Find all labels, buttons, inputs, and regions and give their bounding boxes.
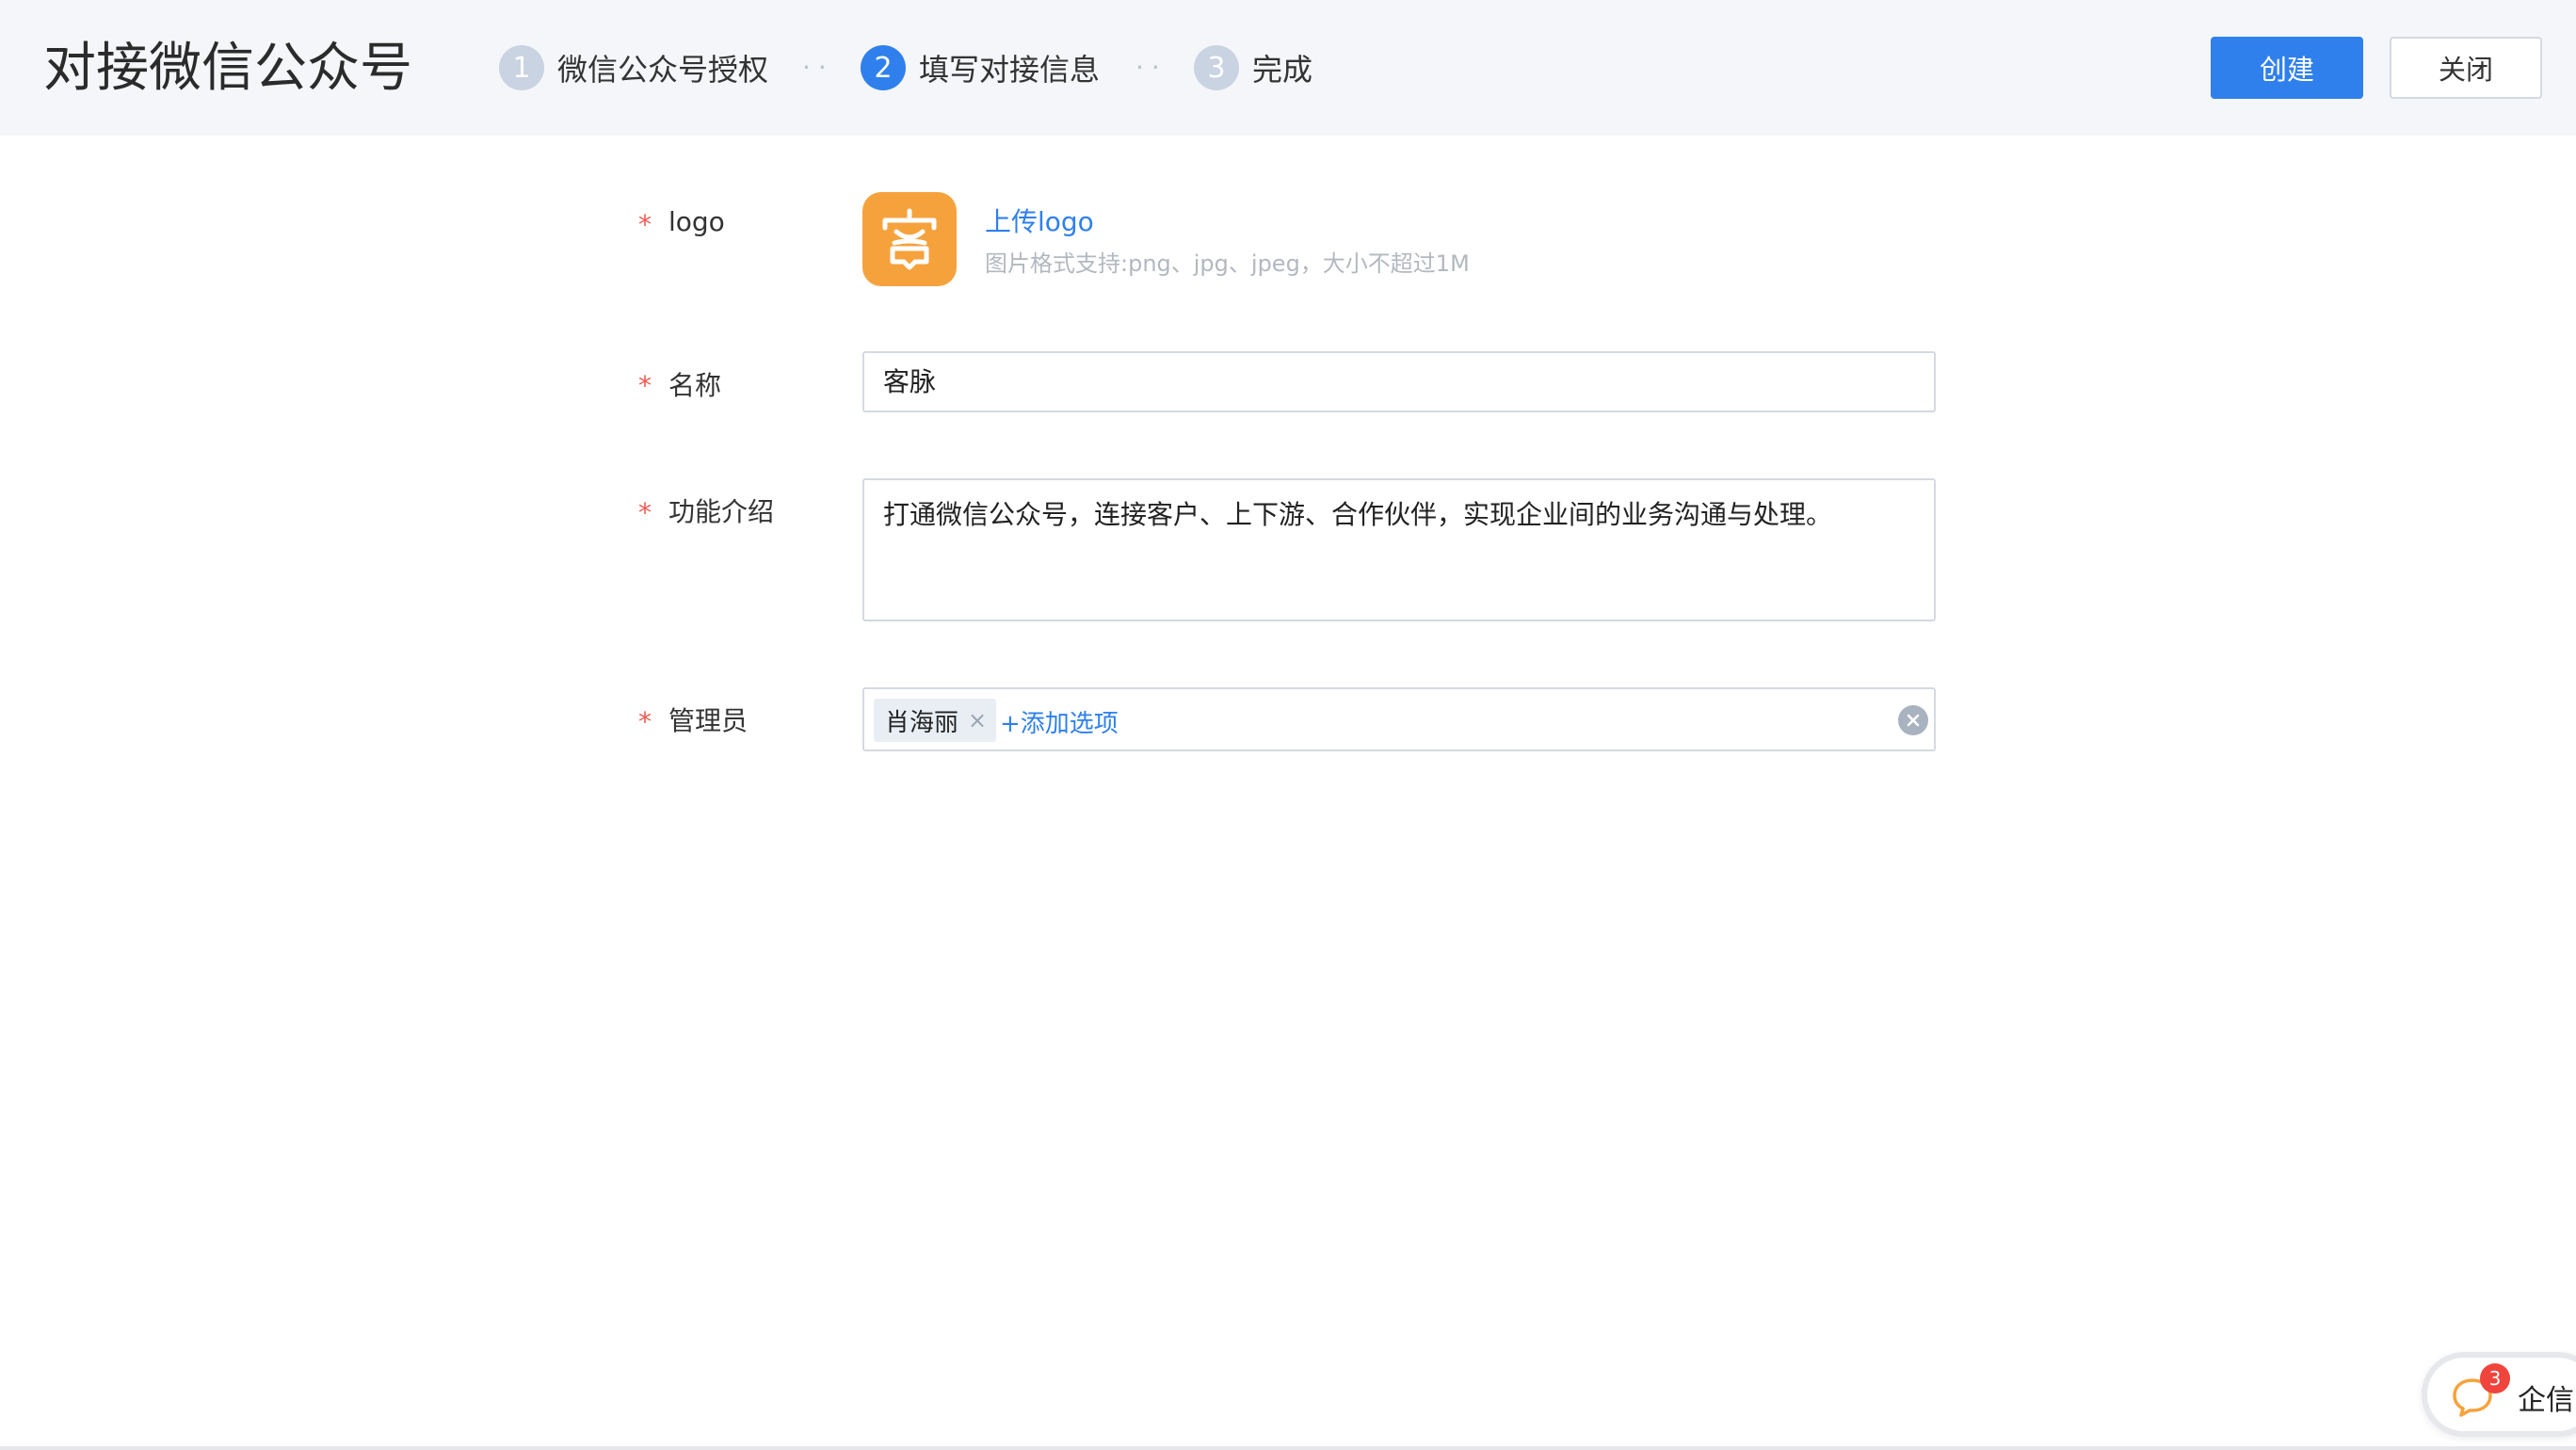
step-3-number: 3 (1194, 45, 1239, 90)
create-button[interactable]: 创建 (2211, 37, 2363, 99)
required-mark: * (638, 370, 652, 401)
keimai-logo-icon[interactable] (862, 192, 957, 286)
admins-select[interactable]: 肖海丽 × +添加选项 (862, 687, 1936, 751)
step-1: 1 微信公众号授权 (499, 44, 768, 91)
bottom-divider (0, 1446, 2576, 1450)
admins-label: 管理员 (668, 705, 749, 736)
clear-circle-icon[interactable] (1898, 705, 1928, 735)
description-textarea[interactable]: 打通微信公众号，连接客户、上下游、合作伙伴，实现企业间的业务沟通与处理。 (862, 478, 1936, 621)
step-1-number: 1 (499, 45, 544, 90)
required-mark: * (638, 497, 652, 528)
step-2-number: 2 (861, 45, 906, 90)
required-mark: * (638, 706, 652, 737)
step-separator-1: ·· (802, 52, 834, 83)
required-mark: * (638, 209, 652, 240)
step-2-label: 填写对接信息 (919, 52, 1101, 88)
upload-hint: 图片格式支持:png、jpg、jpeg，大小不超过1M (985, 250, 1470, 277)
close-button[interactable]: 关闭 (2390, 37, 2542, 99)
admin-tag: 肖海丽 × (874, 699, 997, 742)
step-3: 3 完成 (1194, 44, 1312, 91)
name-input[interactable]: 客脉 (862, 351, 1936, 412)
description-label: 功能介绍 (668, 496, 775, 527)
chat-widget[interactable]: 3 企信 (2422, 1352, 2576, 1437)
name-label: 名称 (668, 370, 722, 401)
step-2: 2 填写对接信息 (861, 44, 1100, 91)
tag-remove-icon[interactable]: × (968, 707, 987, 733)
add-option-link[interactable]: +添加选项 (1000, 704, 1119, 739)
chat-badge: 3 (2480, 1363, 2510, 1394)
page-header: 对接微信公众号 1 微信公众号授权 ·· 2 填写对接信息 ·· 3 完成 创建… (0, 0, 2576, 136)
admin-tag-label: 肖海丽 (885, 708, 959, 737)
step-1-label: 微信公众号授权 (557, 52, 769, 88)
logo-label: logo (668, 206, 725, 237)
upload-logo-link[interactable]: 上传logo (985, 201, 1094, 239)
chat-label: 企信 (2518, 1384, 2574, 1417)
step-3-label: 完成 (1252, 52, 1313, 88)
step-separator-2: ·· (1135, 52, 1167, 83)
page-title: 对接微信公众号 (43, 38, 412, 99)
